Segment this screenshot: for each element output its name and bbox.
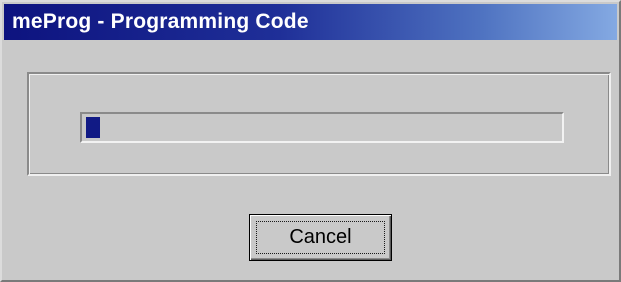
cancel-button[interactable]: Cancel	[249, 214, 392, 261]
progress-bar	[80, 112, 564, 143]
window-title: meProg - Programming Code	[12, 10, 309, 33]
progress-fill	[86, 117, 101, 138]
title-bar[interactable]: meProg - Programming Code	[4, 4, 617, 40]
progress-track	[86, 117, 558, 138]
cancel-button-label: Cancel	[289, 226, 352, 248]
programming-dialog: meProg - Programming Code Cancel	[0, 0, 621, 282]
